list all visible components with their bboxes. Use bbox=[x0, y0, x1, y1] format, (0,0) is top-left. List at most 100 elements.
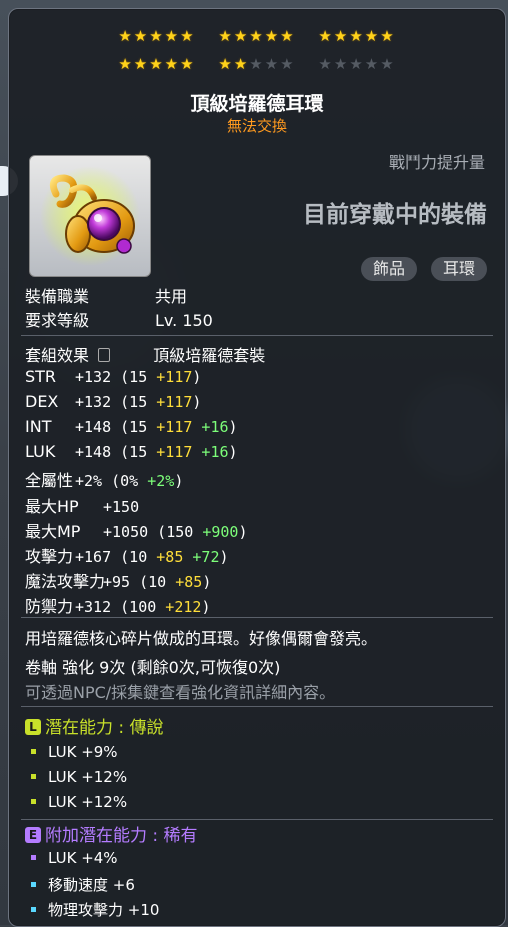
set-effect-row[interactable]: 套組效果 頂級培羅德套裝 bbox=[25, 342, 265, 366]
star-empty-icon: ★ bbox=[264, 55, 281, 73]
star-filled-icon: ★ bbox=[233, 55, 250, 73]
star-group: ★★★★★ bbox=[318, 27, 395, 45]
stat-star-bonus: +212 bbox=[156, 597, 202, 616]
star-filled-icon: ★ bbox=[164, 55, 181, 73]
star-group: ★★★★★ bbox=[218, 27, 295, 45]
divider bbox=[21, 617, 493, 618]
stat-flame-bonus: +900 bbox=[193, 522, 239, 541]
item-description: 用培羅德核心碎片做成的耳環。好像偶爾會發亮。 bbox=[25, 629, 378, 648]
bullet-icon bbox=[31, 749, 36, 754]
bonus-potential-line: LUK +4% bbox=[31, 849, 118, 867]
epic-badge-icon: E bbox=[25, 827, 41, 843]
stat-row: 防禦力 +312 (100 +212) bbox=[25, 593, 210, 617]
star-filled-icon: ★ bbox=[149, 27, 165, 45]
stat-star-bonus: +117 bbox=[147, 443, 193, 462]
stat-base: (15 bbox=[111, 418, 148, 437]
req-level-value: Lv. 150 bbox=[155, 311, 213, 330]
bullet-icon bbox=[31, 882, 36, 887]
potential-line: LUK +12% bbox=[31, 768, 127, 786]
star-group: ★★★★★ bbox=[118, 27, 195, 45]
stat-name: 全屬性 bbox=[25, 471, 74, 491]
stat-row: LUK +148 (15 +117 +16) bbox=[25, 442, 238, 462]
req-job-value: 共用 bbox=[155, 287, 188, 306]
star-filled-icon: ★ bbox=[118, 27, 134, 45]
set-effect-label: 套組效果 bbox=[25, 346, 90, 365]
stat-name: 魔法攻擊力 bbox=[25, 571, 106, 591]
star-filled-icon: ★ bbox=[133, 27, 150, 45]
stat-base: (100 bbox=[111, 597, 157, 616]
scroll-info: 卷軸 強化 9次 (剩餘0次,可恢復0次) bbox=[25, 658, 281, 677]
bullet-icon bbox=[31, 774, 36, 779]
item-name: 頂級培羅德耳環 bbox=[190, 93, 324, 115]
star-empty-icon: ★ bbox=[380, 55, 396, 73]
star-force-row-1: ★★★★★ ★★★★★ ★★★★★ bbox=[9, 27, 505, 45]
star-filled-icon: ★ bbox=[164, 27, 181, 45]
star-filled-icon: ★ bbox=[133, 55, 150, 73]
potential-line: LUK +12% bbox=[31, 793, 127, 811]
category-tag: 飾品 bbox=[360, 257, 417, 281]
stat-row: INT +148 (15 +117 +16) bbox=[25, 417, 238, 437]
legendary-badge-icon: L bbox=[25, 719, 41, 735]
potential-title: 潛在能力 : 傳說 bbox=[45, 718, 164, 738]
stat-name: INT bbox=[25, 417, 52, 437]
stat-flame-bonus: +16 bbox=[192, 443, 229, 462]
star-filled-icon: ★ bbox=[364, 27, 381, 45]
req-level-label: 要求等級 bbox=[25, 311, 90, 330]
stat-star-bonus: +117 bbox=[147, 368, 193, 386]
star-filled-icon: ★ bbox=[233, 27, 250, 45]
stat-total: +148 bbox=[75, 418, 112, 437]
star-filled-icon: ★ bbox=[149, 55, 165, 73]
bonus-potential-line: 物理攻擊力 +10 bbox=[31, 899, 159, 920]
star-filled-icon: ★ bbox=[349, 27, 365, 45]
stat-name: LUK bbox=[25, 442, 56, 462]
star-group: ★★★★★ bbox=[118, 55, 195, 73]
stat-flame-bonus: +72 bbox=[183, 547, 220, 566]
stat-row: DEX +132 (15 +117) bbox=[25, 392, 202, 412]
stat-row: 最大MP +1050 (150 +900) bbox=[25, 518, 248, 542]
potential-line: LUK +9% bbox=[31, 743, 118, 761]
star-filled-icon: ★ bbox=[249, 27, 265, 45]
stat-total: +148 bbox=[75, 443, 112, 462]
star-filled-icon: ★ bbox=[318, 27, 334, 45]
bonus-potential-line: 移動速度 +6 bbox=[31, 874, 135, 895]
stat-row: 全屬性 +2% (0% +2%) bbox=[25, 467, 183, 491]
stat-row: 最大HP +150 bbox=[25, 493, 139, 517]
divider bbox=[21, 706, 493, 707]
stat-row: 攻擊力 +167 (10 +85 +72) bbox=[25, 543, 229, 567]
stat-name: 最大HP bbox=[25, 496, 79, 516]
earring-icon bbox=[40, 166, 140, 266]
trade-status: 無法交換 bbox=[226, 117, 287, 135]
star-empty-icon: ★ bbox=[364, 55, 381, 73]
star-filled-icon: ★ bbox=[218, 27, 234, 45]
stat-total: +312 bbox=[75, 597, 112, 616]
star-empty-icon: ★ bbox=[349, 55, 365, 73]
stat-total: +132 bbox=[75, 368, 112, 386]
star-filled-icon: ★ bbox=[218, 55, 234, 73]
star-empty-icon: ★ bbox=[318, 55, 334, 73]
lock-icon bbox=[98, 348, 111, 362]
type-tag: 耳環 bbox=[430, 257, 487, 281]
star-empty-icon: ★ bbox=[249, 55, 265, 73]
star-empty-icon: ★ bbox=[333, 55, 350, 73]
bullet-icon bbox=[31, 907, 36, 912]
stat-total: +132 bbox=[75, 393, 112, 412]
bullet-icon bbox=[31, 799, 36, 804]
star-filled-icon: ★ bbox=[180, 27, 196, 45]
divider bbox=[21, 335, 493, 336]
stat-name: STR bbox=[25, 367, 57, 386]
set-effect-value: 頂級培羅德套裝 bbox=[153, 346, 266, 365]
stat-name: 最大MP bbox=[25, 521, 81, 541]
divider bbox=[21, 819, 493, 820]
stat-total: +95 bbox=[103, 572, 131, 591]
star-filled-icon: ★ bbox=[333, 27, 350, 45]
stat-total: +167 bbox=[75, 547, 112, 566]
star-force-row-2: ★★★★★ ★★★★★ ★★★★★ bbox=[9, 55, 505, 73]
stat-star-bonus: +117 bbox=[147, 418, 193, 437]
stat-star-bonus: +117 bbox=[147, 393, 193, 412]
stat-total: +2% bbox=[75, 472, 103, 491]
req-job-label: 裝備職業 bbox=[25, 287, 90, 306]
stat-base: (150 bbox=[148, 522, 194, 541]
upgrade-hint: 可透過NPC/採集鍵查看強化資訊詳細內容。 bbox=[25, 683, 336, 702]
star-filled-icon: ★ bbox=[180, 55, 196, 73]
star-group: ★★★★★ bbox=[218, 55, 295, 73]
